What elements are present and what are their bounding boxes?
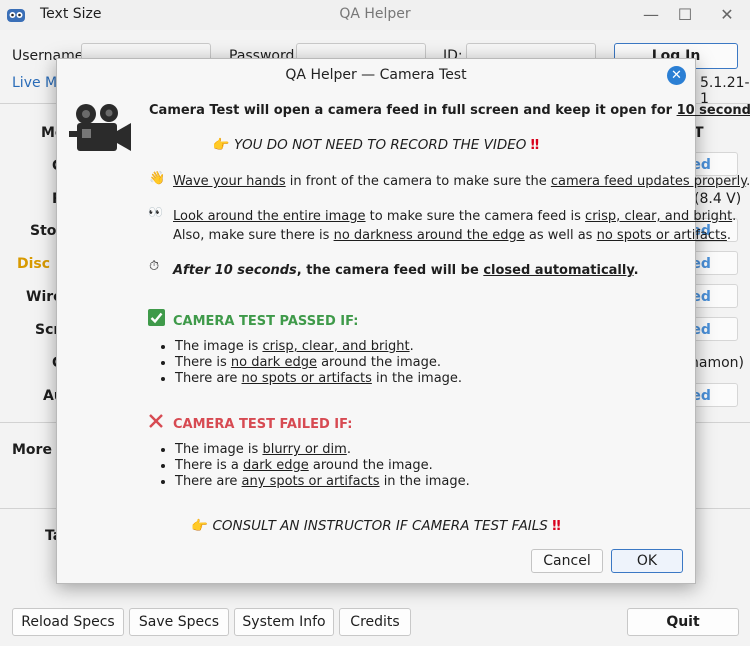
camera-test-dialog: QA Helper — Camera Test ✕ Camera Test wi… <box>56 58 750 584</box>
pointing-hand-icon: 👉 <box>191 518 209 534</box>
check-mark-icon <box>148 309 165 326</box>
dialog-title: QA Helper — Camera Test <box>285 67 467 83</box>
list-item: The image is crisp, clear, and bright. <box>175 339 462 355</box>
close-icon[interactable]: ✕ <box>667 66 686 85</box>
quit-button[interactable]: Quit <box>627 608 739 636</box>
intro-seconds: 10 seconds <box>676 103 750 118</box>
eyes-icon: 👀 <box>148 205 163 219</box>
list-item: The image is blurry or dim. <box>175 442 470 458</box>
credits-button[interactable]: Credits <box>339 608 411 636</box>
reload-specs-button[interactable]: Reload Specs <box>12 608 124 636</box>
also-text-e: . <box>726 228 732 243</box>
list-item: There are any spots or artifacts in the … <box>175 474 470 490</box>
also-text-b: no darkness around the edge <box>333 228 525 243</box>
no-record-text: YOU DO NOT NEED TO RECORD THE VIDEO <box>233 137 527 153</box>
intro-text: Camera Test will open a camera feed in f… <box>149 103 677 118</box>
look-text-d: . <box>732 209 737 224</box>
cancel-button[interactable]: Cancel <box>531 549 603 573</box>
list-item: There is no dark edge around the image. <box>175 355 462 371</box>
list-item: There is a dark edge around the image. <box>175 458 470 474</box>
wave-text-b: in front of the camera to make sure the <box>285 174 551 189</box>
pointing-hand-icon: 👉 <box>212 137 230 153</box>
after-text-a: After 10 seconds <box>173 263 297 278</box>
look-text-a: Look around the entire image <box>173 209 366 224</box>
consult-text: CONSULT AN INSTRUCTOR IF CAMERA TEST FAI… <box>212 518 548 534</box>
passed-list: The image is crisp, clear, and bright. T… <box>149 339 462 387</box>
list-item: There are no spots or artifacts in the i… <box>175 371 462 387</box>
stopwatch-icon: ⏱ <box>149 259 160 274</box>
battery-voltage: (8.4 V) <box>694 191 742 207</box>
desktop-environment: namon) <box>690 355 744 371</box>
system-info-button[interactable]: System Info <box>234 608 334 636</box>
wave-text-d: . <box>746 174 750 189</box>
window-title: QA Helper <box>339 6 411 22</box>
failed-heading: CAMERA TEST FAILED IF: <box>173 417 353 432</box>
also-text-d: no spots or artifacts <box>596 228 727 243</box>
alert-icon: ‼ <box>530 137 540 153</box>
maximize-icon[interactable]: ☐ <box>674 4 696 26</box>
wave-text-a: Wave your hands <box>173 174 286 189</box>
cross-mark-icon <box>149 414 163 428</box>
save-specs-button[interactable]: Save Specs <box>129 608 229 636</box>
after-text-c: closed automatically <box>483 263 634 278</box>
minimize-icon[interactable]: — <box>640 4 662 26</box>
look-text-b: to make sure the camera feed is <box>365 209 586 224</box>
after-text-d: . <box>633 263 639 278</box>
also-text-c: as well as <box>524 228 597 243</box>
waving-hand-icon: 👋 <box>149 171 166 186</box>
alert-icon: ‼ <box>552 518 561 534</box>
passed-heading: CAMERA TEST PASSED IF: <box>173 314 359 329</box>
look-text-c: crisp, clear, and bright <box>585 209 733 224</box>
also-text-a: Also, make sure there is <box>173 228 334 243</box>
after-text-b: , the camera feed will be <box>296 263 484 278</box>
ok-button[interactable]: OK <box>611 549 683 573</box>
close-window-icon[interactable]: ✕ <box>716 4 738 26</box>
wave-text-c: camera feed updates properly <box>550 174 747 189</box>
failed-list: The image is blurry or dim. There is a d… <box>149 442 470 490</box>
